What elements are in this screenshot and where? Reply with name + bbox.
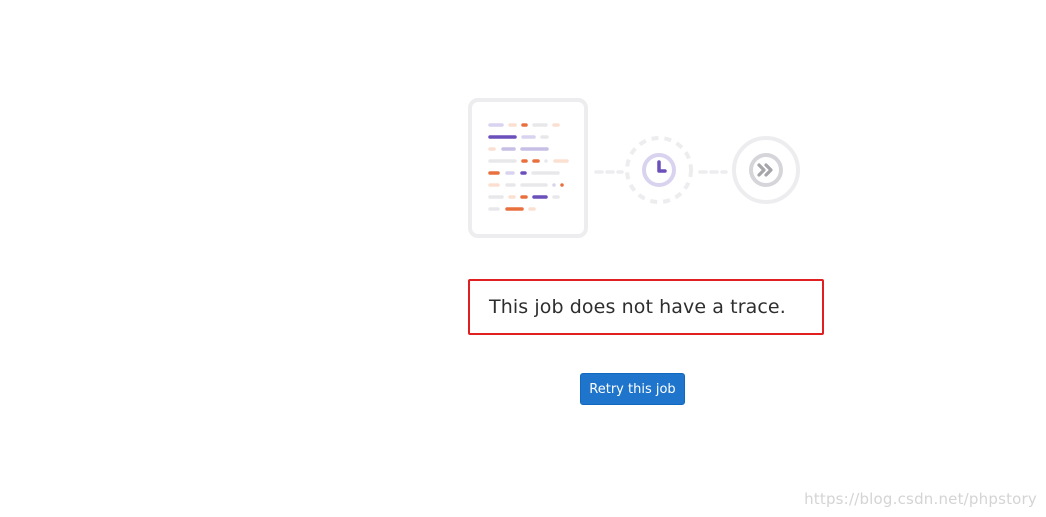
- empty-state-message: This job does not have a trace.: [489, 296, 786, 318]
- job-trace-document-icon: [468, 98, 588, 238]
- retry-job-button[interactable]: Retry this job: [580, 373, 685, 405]
- job-empty-state-page: This job does not have a trace. Retry th…: [0, 0, 1046, 517]
- empty-state-message-box: This job does not have a trace.: [468, 279, 824, 335]
- job-trace-illustration: [468, 98, 800, 238]
- watermark: https://blog.csdn.net/phpstory: [804, 490, 1037, 508]
- chevron-double-right-icon: [732, 136, 800, 204]
- clock-icon: [625, 136, 693, 204]
